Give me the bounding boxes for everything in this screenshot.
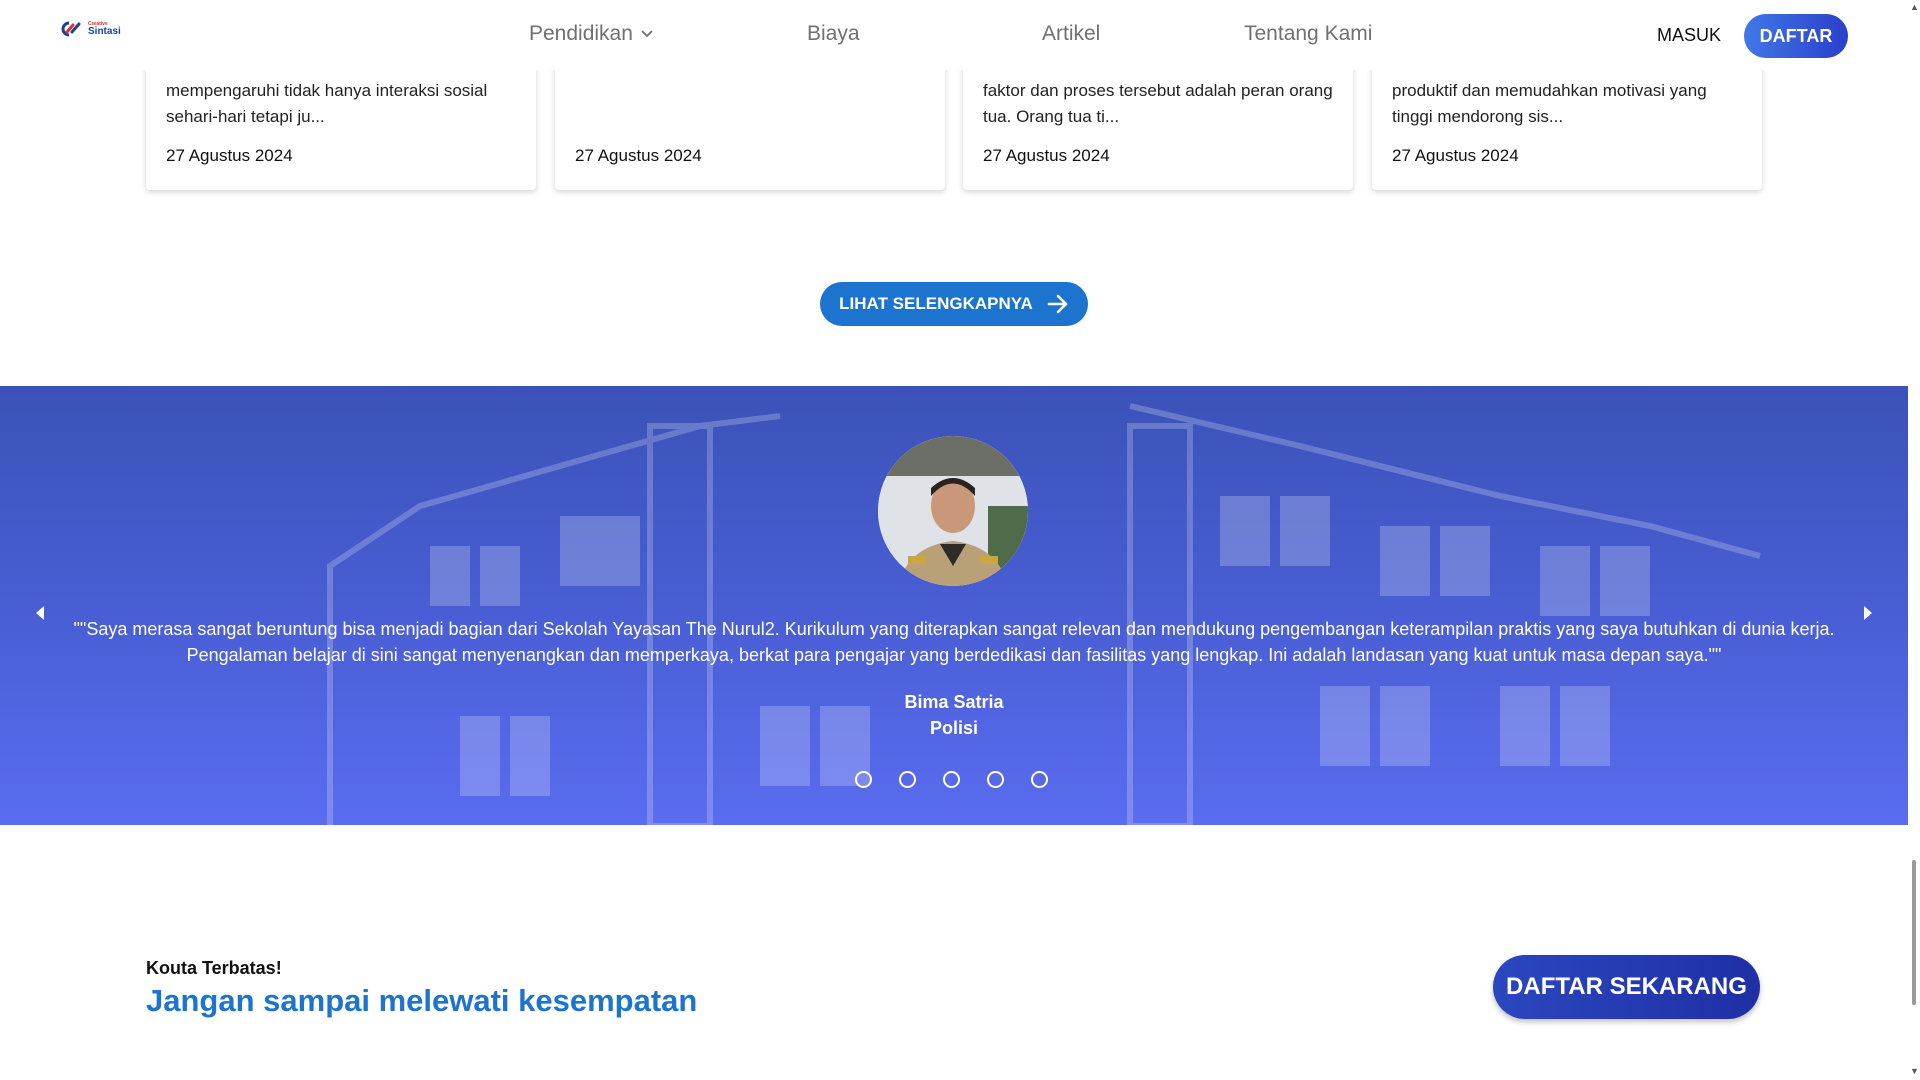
nav-tentang-kami-label: Tentang Kami [1244,22,1373,45]
nav-pendidikan[interactable]: Pendidikan [529,22,653,46]
testimonial-role: Polisi [929,718,978,738]
article-excerpt: produktif dan memudahkan motivasi yang t… [1392,81,1707,126]
carousel-dot[interactable] [855,771,872,788]
carousel-prev-button[interactable] [30,598,50,628]
nav-biaya[interactable]: Biaya [807,22,860,46]
article-excerpt: mempengaruhi tidak hanya interaksi sosia… [166,81,488,126]
article-date: 27 Agustus 2024 [1392,146,1519,165]
article-excerpt: faktor dan proses tersebut adalah peran … [983,81,1333,126]
carousel-next-button[interactable] [1858,598,1878,628]
see-more-label: LIHAT SELENGKAPNYA [839,294,1033,313]
logo-icon [61,21,81,37]
article-date: 27 Agustus 2024 [166,146,293,165]
article-date: 27 Agustus 2024 [575,146,702,165]
logo[interactable]: Creative Sintasi [60,20,121,38]
carousel-dot[interactable] [987,771,1004,788]
masuk-button[interactable]: MASUK [1657,25,1721,46]
testimonial-quote-line: ""Saya merasa sangat beruntung bisa menj… [73,619,1835,639]
carousel-dot[interactable] [899,771,916,788]
testimonial-avatar [878,436,1028,586]
cta-headline: Jangan sampai melewati kesempatan [146,983,698,1018]
caret-right-icon [1864,606,1872,620]
nav-biaya-label: Biaya [807,22,860,45]
scrollbar-thumb[interactable] [1912,860,1916,1005]
scroll-down-icon[interactable]: ▼ [1910,1066,1919,1076]
arrow-right-icon [1047,294,1068,314]
carousel-indicators [855,771,1048,788]
nav-artikel-label: Artikel [1042,22,1101,45]
article-date: 27 Agustus 2024 [983,146,1110,165]
testimonial-carousel: ""Saya merasa sangat beruntung bisa menj… [0,386,1908,825]
daftar-sekarang-button[interactable]: DAFTAR SEKARANG [1493,955,1760,1019]
page-scrollbar[interactable]: ▲ ▼ [1908,0,1920,1080]
testimonial-quote: ""Saya merasa sangat beruntung bisa menj… [60,616,1848,668]
logo-text-big: Sintasi [88,25,121,37]
nav-tentang-kami[interactable]: Tentang Kami [1244,22,1372,46]
site-header: Creative Sintasi Pendidikan Biaya Artike… [0,0,1908,70]
caret-left-icon [36,606,44,620]
carousel-dot[interactable] [1031,771,1048,788]
see-more-button[interactable]: LIHAT SELENGKAPNYA [820,282,1088,326]
carousel-dot[interactable] [943,771,960,788]
testimonial-quote-line: Pengalaman belajar di sini sangat menyen… [186,645,1722,665]
cta-kicker: Kouta Terbatas! [146,958,282,978]
nav-artikel[interactable]: Artikel [1042,22,1100,46]
daftar-button[interactable]: DAFTAR [1744,14,1848,58]
person-photo [878,436,1028,586]
testimonial-name: Bima Satria [904,692,1004,712]
scroll-up-icon[interactable]: ▲ [1910,2,1919,12]
nav-pendidikan-label: Pendidikan [529,22,633,45]
chevron-down-icon [641,30,653,38]
